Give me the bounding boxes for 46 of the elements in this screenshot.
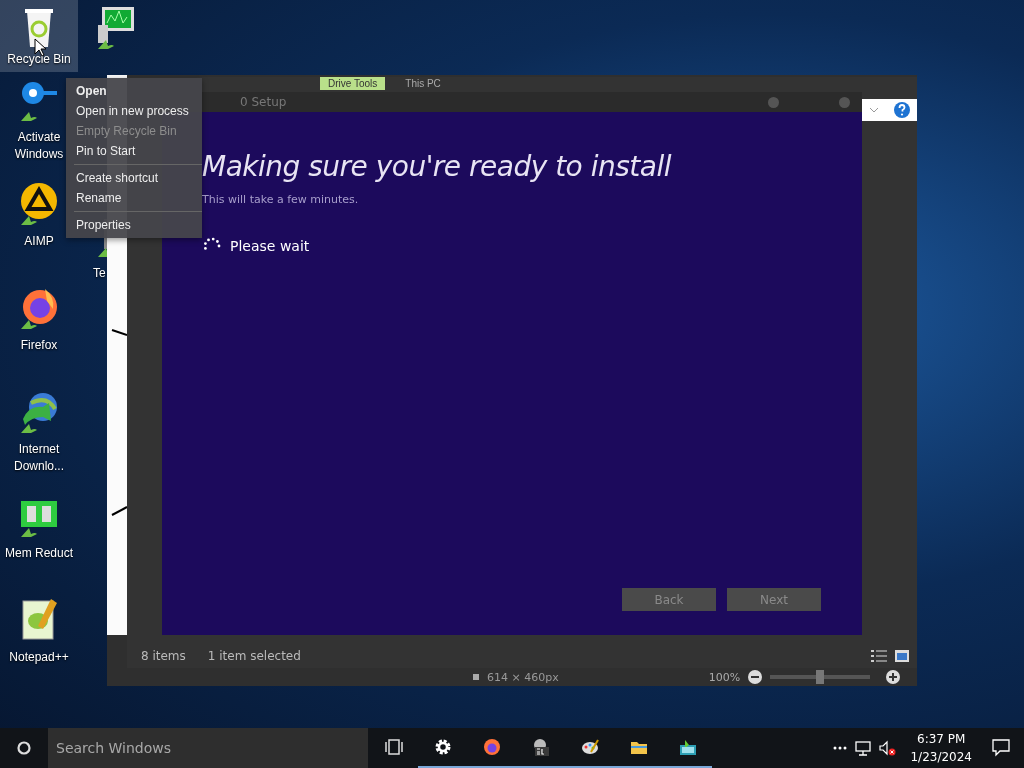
- tiles-view-icon[interactable]: [895, 649, 909, 663]
- icon-label: Internet Downlo...: [13, 441, 65, 475]
- zoom-in-icon[interactable]: [886, 670, 901, 684]
- selected-desktop-icon[interactable]: Recycle Bin: [0, 0, 78, 72]
- more-icon[interactable]: [833, 744, 848, 752]
- chevron-icon[interactable]: [869, 106, 880, 114]
- menu-item[interactable]: Rename: [66, 188, 202, 208]
- notifications-icon[interactable]: [992, 739, 1010, 757]
- selection-count: 1 item selected: [207, 649, 301, 663]
- status-text: Please wait: [230, 238, 310, 254]
- zoom-out-icon[interactable]: [748, 670, 763, 684]
- icon-label: Notepad++: [9, 649, 69, 666]
- item-count: 8 items: [141, 649, 186, 663]
- tray-app-icon[interactable]: [678, 738, 697, 756]
- clock-date[interactable]: 1/23/2024: [910, 748, 972, 766]
- ribbon-tab[interactable]: This PC: [397, 77, 449, 90]
- ribbon-tab[interactable]: Drive Tools: [320, 77, 386, 90]
- icon-label: Mem Reduct: [5, 545, 73, 562]
- help-icon[interactable]: [893, 102, 910, 118]
- icon-label: Recycle Bin: [7, 51, 71, 68]
- muted-volume-icon[interactable]: [879, 740, 897, 756]
- clock-time[interactable]: 6:37 PM: [917, 730, 966, 748]
- menu-item[interactable]: Open: [66, 81, 202, 101]
- menu-item[interactable]: Create shortcut: [66, 168, 202, 188]
- details-view-icon[interactable]: [871, 649, 887, 663]
- menu-item[interactable]: Open in new process: [66, 101, 202, 121]
- start-icon[interactable]: [16, 740, 32, 756]
- zoom-percent: 100%: [708, 670, 741, 684]
- icon-label: AIMP: [24, 233, 54, 250]
- fox-globe-icon[interactable]: [482, 738, 501, 756]
- menu-item[interactable]: Pin to Start: [66, 141, 202, 161]
- icon-label: Te: [93, 265, 106, 282]
- network-icon[interactable]: [855, 740, 872, 756]
- image-dimensions: 614 × 460px: [487, 670, 559, 684]
- slider-thumb[interactable]: [816, 670, 825, 684]
- icon-label: Firefox: [20, 337, 58, 354]
- search-field[interactable]: Search Windows: [48, 728, 368, 768]
- image-size-icon: [473, 674, 479, 680]
- palette-icon[interactable]: [580, 738, 599, 756]
- icon-label: Activate Windows: [13, 129, 65, 163]
- settings-icon[interactable]: [433, 738, 452, 756]
- setup-subtitle: This will take a few minutes.: [202, 193, 360, 206]
- menu-item[interactable]: Properties: [66, 215, 202, 235]
- task-view-icon[interactable]: [384, 738, 403, 756]
- window-title: 0 Setup: [240, 95, 287, 109]
- setup-heading: Making sure you're ready to install: [202, 150, 673, 183]
